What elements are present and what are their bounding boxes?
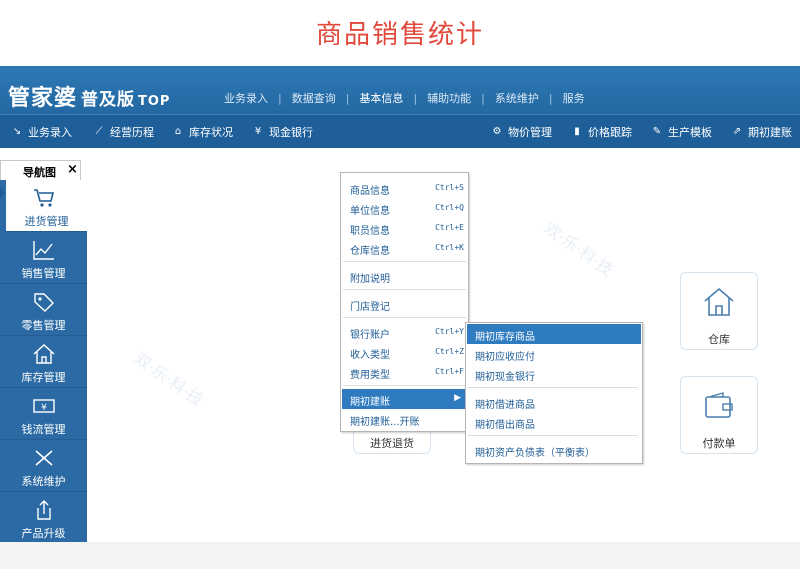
submenu-item-opening-stock[interactable]: 期初库存商品	[467, 324, 641, 344]
toolbar-cash-button[interactable]: ¥ 现金银行	[251, 124, 313, 140]
menu-item-income-type[interactable]: 收入类型 Ctrl+Z	[342, 342, 467, 362]
sidebar-item-inventory[interactable]: 库存管理	[0, 336, 87, 388]
toolbar-template-button[interactable]: ✎ 生产模板	[650, 124, 712, 140]
upload-icon	[37, 500, 51, 520]
wrench-icon: ✎	[652, 126, 662, 137]
sidebar-item-label: 进货管理	[24, 215, 69, 228]
menu-item-store-register[interactable]: 门店登记	[342, 294, 467, 314]
bar-icon: ▮	[574, 126, 580, 137]
sidebar-item-label: 产品升级	[21, 527, 66, 540]
wallet-icon	[705, 392, 733, 418]
menu-item-notes[interactable]: 附加说明	[342, 266, 467, 286]
card-warehouse[interactable]: 仓库	[680, 272, 758, 350]
chevron-right-icon: ▶	[454, 393, 461, 403]
footer-shadow	[0, 542, 800, 569]
top-bar: 管家婆 普及版 TOP 业务录入 | 数据查询 | 基本信息 | 辅助功能 | 系统维护 | …	[0, 66, 800, 114]
home-icon: ⌂	[174, 126, 182, 137]
cart-icon	[34, 189, 55, 207]
yen-icon: ¥	[254, 126, 262, 137]
tag-icon	[34, 293, 54, 312]
toolbar-opening-button[interactable]: ⇗ 期初建账	[730, 124, 792, 140]
house-icon	[704, 287, 734, 316]
menu-item-opening-start[interactable]: 期初建账...开账	[342, 409, 467, 429]
close-icon[interactable]: ×	[67, 162, 78, 177]
menu-item-goods-info[interactable]: 商品信息 Ctrl+S	[342, 178, 467, 198]
app-logo: 管家婆 普及版 TOP	[8, 86, 171, 111]
menu-item-opening-accounts[interactable]: 期初建账 ▶	[342, 389, 467, 409]
sidebar-item-purchase[interactable]: 进货管理	[6, 180, 87, 232]
menu-separator	[468, 435, 638, 436]
submenu-item-lent-out[interactable]: 期初借出商品	[467, 412, 641, 432]
basic-info-dropdown: 商品信息 Ctrl+S 单位信息 Ctrl+Q 职员信息 Ctrl+E 仓库信息 Ctr…	[340, 172, 469, 432]
menu-separator	[468, 387, 638, 388]
page-title: 商品销售统计	[315, 20, 484, 50]
sidebar-item-label: 零售管理	[21, 319, 66, 332]
card-label: 仓库	[708, 333, 730, 346]
top-menu-item-maintenance[interactable]: 系统维护	[485, 90, 549, 106]
toolbar-price-track-button[interactable]: ▮ 价格跟踪	[570, 124, 632, 140]
svg-text:¥: ¥	[41, 403, 47, 413]
toolbar-stock-button[interactable]: ⌂ 库存状况	[171, 124, 233, 140]
nav-tab-label: 导航图	[23, 166, 56, 179]
menu-item-staff-info[interactable]: 职员信息 Ctrl+E	[342, 218, 467, 238]
submenu-item-borrowed-in[interactable]: 期初借进商品	[467, 392, 641, 412]
toolbar-price-mgmt-button[interactable]: ⚙ 物价管理	[490, 124, 552, 140]
menu-item-unit-info[interactable]: 单位信息 Ctrl+Q	[342, 198, 467, 218]
menu-item-bank-account[interactable]: 银行账户 Ctrl+Y	[342, 322, 467, 342]
sidebar-item-upgrade[interactable]: 产品升级	[0, 492, 87, 542]
card-label: 进货退货	[370, 437, 414, 450]
sidebar-item-label: 系统维护	[21, 475, 66, 488]
chart-icon: ⟋	[95, 126, 103, 137]
sidebar-item-retail[interactable]: 零售管理	[0, 284, 87, 336]
opening-submenu: 期初库存商品 期初应收应付 期初现金银行 期初借进商品 期初借出商品 期初资产负…	[465, 322, 643, 464]
top-menu-item-service[interactable]: 服务	[553, 90, 595, 106]
menu-separator	[343, 289, 466, 290]
sidebar-item-label: 销售管理	[21, 267, 66, 280]
submenu-item-opening-receivable[interactable]: 期初应收应付	[467, 344, 641, 364]
sidebar-item-cashflow[interactable]: ¥ 钱流管理	[0, 388, 87, 440]
app-window: 欢·乐·科·技 双·乐·科·技 管家婆 普及版 TOP 业务录入 | 数据查询 | 基本…	[0, 66, 800, 542]
menu-separator	[343, 317, 466, 318]
share-icon: ⇗	[732, 126, 742, 137]
toolbar-entry-button[interactable]: ↘ 业务录入	[10, 124, 72, 140]
submenu-item-opening-cash[interactable]: 期初现金银行	[467, 364, 641, 384]
toolbar-history-button[interactable]: ⟋ 经营历程	[92, 124, 155, 140]
house-icon	[33, 344, 55, 364]
card-label: 付款单	[702, 437, 736, 450]
gear-icon: ⚙	[492, 126, 502, 137]
nav-tab[interactable]: 导航图 ×	[0, 160, 81, 181]
menu-separator	[343, 385, 466, 386]
sidebar-item-label: 库存管理	[21, 371, 66, 384]
top-menu-item-aux[interactable]: 辅助功能	[417, 90, 481, 106]
sidebar-item-maintenance[interactable]: 系统维护	[0, 440, 87, 492]
menu-separator	[343, 261, 466, 262]
tools-icon	[35, 450, 53, 466]
sidebar-item-sales[interactable]: 销售管理	[0, 232, 87, 284]
money-icon: ¥	[33, 399, 55, 413]
submenu-item-balance-sheet[interactable]: 期初资产负债表（平衡表）	[467, 440, 641, 460]
sidebar: 进货管理 销售管理 零售管理 库存管理 ¥ 钱流管理 系统维护 产品升级	[0, 180, 87, 542]
menu-item-warehouse-info[interactable]: 仓库信息 Ctrl+K	[342, 238, 467, 258]
sidebar-item-label: 钱流管理	[21, 423, 66, 436]
top-menu-item-query[interactable]: 数据查询	[282, 90, 346, 106]
top-menu-item-basic-info[interactable]: 基本信息	[349, 90, 413, 106]
card-payment[interactable]: 付款单	[680, 376, 758, 454]
line-chart-icon	[33, 241, 54, 260]
active-indicator	[0, 187, 5, 199]
top-menu: 业务录入 | 数据查询 | 基本信息 | 辅助功能 | 系统维护 | 服务	[214, 90, 595, 106]
toolbar: ↘ 业务录入 ⟋ 经营历程 ⌂ 库存状况 ¥ 现金银行 ⚙ 物价管理 ▮ 价格跟踪 ✎ 生产模…	[0, 114, 800, 148]
arrow-icon: ↘	[12, 126, 22, 137]
top-menu-item-entry[interactable]: 业务录入	[214, 90, 278, 106]
menu-item-expense-type[interactable]: 费用类型 Ctrl+F	[342, 362, 467, 382]
